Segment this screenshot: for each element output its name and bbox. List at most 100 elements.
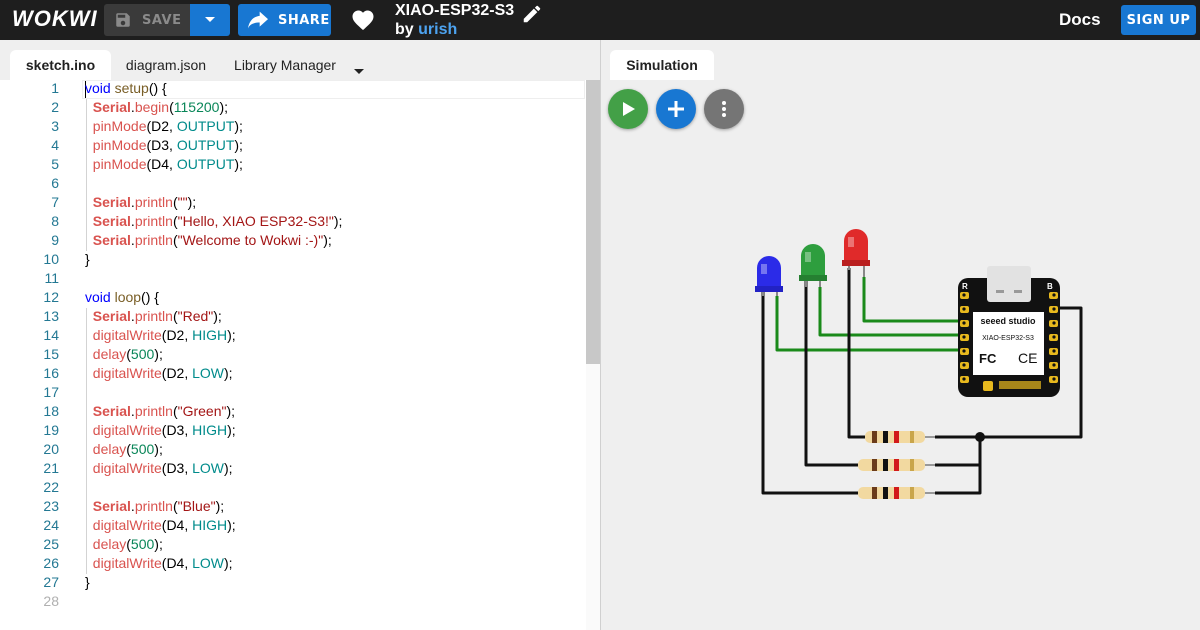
code-line: pinMode(D4, OUTPUT);: [92, 156, 243, 172]
floppy-disk-icon: [104, 11, 142, 29]
board-model-label: XIAO-ESP32-S3: [982, 335, 1034, 342]
line-number: 8: [51, 213, 59, 229]
project-author-line: by urish: [395, 21, 457, 39]
line-number: 24: [43, 517, 59, 533]
resistor-1[interactable]: [865, 431, 935, 443]
wire-junction: [975, 432, 985, 442]
project-title: XIAO-ESP32-S3: [395, 2, 515, 19]
share-arrow-icon: [238, 11, 278, 29]
pencil-icon[interactable]: [521, 3, 543, 29]
wire-resistor2-gnd: [935, 437, 982, 467]
circuit-diagram[interactable]: R B seeed studio XIAO-ESP32-S3 FC CE: [601, 40, 1200, 630]
line-number: 16: [43, 365, 59, 381]
heart-icon[interactable]: [351, 9, 375, 35]
line-number: 17: [43, 384, 59, 400]
line-number: 11: [44, 270, 59, 286]
led-green[interactable]: [799, 244, 827, 287]
line-number: 26: [43, 555, 59, 571]
line-number: 22: [43, 479, 59, 495]
save-button[interactable]: SAVE: [104, 4, 190, 36]
indent-guide: [86, 308, 87, 574]
wokwi-logo[interactable]: WOKWI: [12, 6, 98, 32]
xiao-esp32-s3-board[interactable]: R B seeed studio XIAO-ESP32-S3 FC CE: [958, 266, 1060, 397]
docs-link[interactable]: Docs: [1059, 10, 1101, 30]
code-line: }: [85, 574, 90, 590]
tab-sketch-ino[interactable]: sketch.ino: [10, 50, 111, 80]
board-pin-b-label: B: [1047, 282, 1053, 291]
line-number: 27: [43, 574, 59, 590]
line-number: 3: [51, 118, 59, 134]
code-line: delay(500);: [92, 441, 163, 457]
tab-library-manager[interactable]: Library Manager: [226, 50, 344, 80]
code-line: Serial.println("Green");: [92, 403, 236, 419]
line-number: 14: [43, 327, 59, 343]
code-line: Serial.println("Red");: [92, 308, 222, 324]
code-line: digitalWrite(D2, HIGH);: [92, 327, 236, 343]
line-number: 7: [51, 194, 59, 210]
line-number: 6: [51, 175, 59, 191]
top-bar: WOKWI SAVE SHARE XIAO-ESP32-S3 by urish …: [0, 0, 1200, 40]
line-number: 10: [43, 251, 59, 267]
code-line: pinMode(D2, OUTPUT);: [92, 118, 243, 134]
code-line: void loop() {: [85, 289, 159, 305]
code-line: Serial.begin(115200);: [92, 99, 228, 115]
save-button-label: SAVE: [142, 12, 182, 28]
line-number: 12: [43, 289, 59, 305]
share-button-label: SHARE: [278, 12, 330, 28]
board-ce-mark: CE: [1018, 350, 1037, 366]
line-number: 18: [43, 403, 59, 419]
code-line: Serial.println("Hello, XIAO ESP32-S3!");: [92, 213, 343, 229]
code-line: digitalWrite(D3, HIGH);: [92, 422, 236, 438]
author-link[interactable]: urish: [418, 21, 457, 38]
signup-button[interactable]: SIGN UP: [1121, 5, 1196, 35]
code-line: pinMode(D3, OUTPUT);: [92, 137, 243, 153]
line-number: 13: [43, 308, 59, 324]
code-line: digitalWrite(D2, LOW);: [92, 365, 233, 381]
simulation-pane: Simulation R B seeed studio XIAO-ESP32-S…: [601, 40, 1200, 630]
tab-diagram-json[interactable]: diagram.json: [113, 50, 219, 80]
indent-guide: [86, 99, 87, 251]
share-button[interactable]: SHARE: [238, 4, 331, 36]
resistor-2[interactable]: [858, 459, 935, 471]
code-line: }: [85, 251, 90, 267]
save-options-dropdown-button[interactable]: [190, 4, 230, 36]
code-line: digitalWrite(D3, LOW);: [92, 460, 233, 476]
line-number: 25: [43, 536, 59, 552]
code-line: digitalWrite(D4, HIGH);: [92, 517, 236, 533]
code-editor[interactable]: 1 2 3 4 5 6 7 8 9 10 11 12 13 14 15 16 17 18 19 20 21 22 23 24 2…: [0, 80, 600, 630]
wire-blue-led-to-d4: [775, 296, 960, 352]
line-number: 23: [43, 498, 59, 514]
code-line: digitalWrite(D4, LOW);: [92, 555, 233, 571]
board-brand-label: seeed studio: [980, 316, 1036, 326]
code-line: void setup() {: [85, 80, 167, 96]
wire-red-led-to-d2: [862, 277, 960, 323]
by-prefix: by: [395, 21, 414, 38]
signal-wires[interactable]: [775, 277, 960, 352]
editor-pane: sketch.ino diagram.json Library Manager …: [0, 40, 600, 630]
board-fc-mark: FC: [979, 351, 997, 366]
line-number: 20: [43, 441, 59, 457]
tabs-menu-chevron-icon[interactable]: [354, 60, 364, 79]
code-line: delay(500);: [92, 536, 163, 552]
line-number: 9: [51, 232, 59, 248]
chevron-down-icon: [205, 17, 215, 22]
line-number: 21: [43, 460, 59, 476]
line-number: 28: [43, 593, 59, 609]
led-red[interactable]: [842, 229, 870, 277]
line-number: 2: [51, 99, 59, 115]
line-number: 4: [51, 137, 59, 153]
code-line: Serial.println("Welcome to Wokwi :-)");: [92, 232, 332, 248]
resistor-3[interactable]: [858, 487, 935, 499]
led-blue[interactable]: [755, 256, 783, 296]
line-number: 1: [51, 80, 59, 96]
board-pin-r-label: R: [962, 282, 968, 291]
code-line: Serial.println("");: [92, 194, 197, 210]
editor-scrollbar-thumb[interactable]: [586, 80, 600, 364]
line-number: 5: [51, 156, 59, 172]
wire-resistor3-gnd: [935, 465, 982, 495]
code-line: Serial.println("Blue");: [92, 498, 225, 514]
wire-green-led-to-d3: [818, 287, 960, 337]
line-number: 15: [43, 346, 59, 362]
code-line: delay(500);: [92, 346, 163, 362]
line-number: 19: [43, 422, 59, 438]
